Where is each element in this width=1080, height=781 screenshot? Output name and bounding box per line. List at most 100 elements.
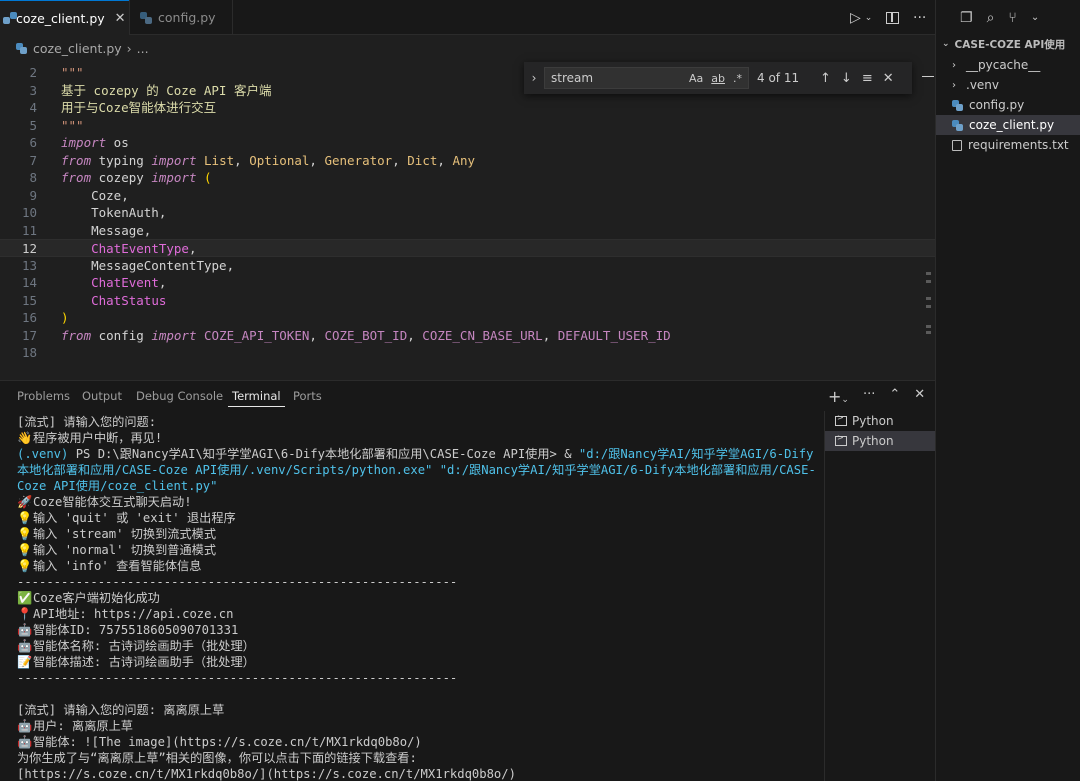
run-button[interactable]: ▷ ⌄ [850, 0, 872, 35]
line-number: 18 [21, 345, 37, 360]
find-input[interactable]: stream Aa ab .* [544, 67, 749, 89]
code-line[interactable]: 16) [0, 309, 935, 327]
more-icon: ··· [913, 9, 927, 26]
tab-problems[interactable]: Problems [17, 389, 70, 403]
line-number: 6 [29, 135, 37, 150]
scroll-marker [926, 305, 931, 308]
more-actions-button[interactable]: ··· [913, 0, 926, 35]
breadcrumb-file[interactable]: coze_client.py [33, 41, 122, 56]
breadcrumb-more[interactable]: ... [137, 41, 149, 56]
tab-output[interactable]: Output [82, 389, 122, 403]
text-file-icon [952, 139, 962, 151]
panel-tabs: Problems Output Debug Console Terminal P… [0, 381, 935, 411]
close-icon[interactable]: ✕ [115, 11, 126, 26]
line-number: 16 [21, 310, 37, 325]
match-count: 4 of 11 [757, 71, 800, 85]
match-whole-word-button[interactable]: ab [711, 72, 725, 85]
line-number: 3 [29, 82, 37, 98]
split-editor-button[interactable] [886, 0, 899, 35]
explorer-item-venv[interactable]: › .venv [936, 75, 1080, 95]
code-text: from config import COZE_API_TOKEN, COZE_… [61, 327, 671, 343]
explorer-item-requirements[interactable]: requirements.txt [936, 135, 1080, 155]
code-line[interactable]: 17 from config import COZE_API_TOKEN, COZ… [0, 327, 935, 345]
tab-debug-console[interactable]: Debug Console [136, 389, 223, 403]
emoji-icon: 🤖 [17, 735, 33, 749]
emoji-icon: 💡 [17, 511, 33, 525]
explorer-item-coze-client[interactable]: coze_client.py [936, 115, 1080, 135]
code-line[interactable]: 4 用于与Coze智能体进行交互 [0, 99, 935, 117]
code-line[interactable]: 6 import os [0, 134, 935, 152]
terminal-line: 💡输入 'normal' 切换到普通模式 [17, 542, 216, 558]
tab-ports[interactable]: Ports [293, 389, 322, 403]
terminal-line: ----------------------------------------… [17, 574, 457, 590]
emoji-icon: 🤖 [17, 639, 33, 653]
tab-config[interactable]: config.py [129, 0, 233, 35]
line-number: 4 [29, 100, 37, 115]
chevron-right-icon: › [952, 79, 956, 91]
tab-coze-client[interactable]: coze_client.py ✕ [0, 0, 129, 35]
terminal-text: 输入 'quit' 或 'exit' 退出程序 [33, 511, 236, 525]
emoji-icon: ✅ [17, 591, 33, 605]
code-line[interactable]: 15 ChatStatus [0, 292, 935, 310]
terminal-text: 智能体描述: 古诗词绘画助手（批处理） [33, 655, 255, 669]
explorer-item-label: .venv [966, 78, 1000, 92]
terminal-text: ----------------------------------------… [17, 575, 458, 589]
use-regex-button[interactable]: .* [733, 72, 742, 85]
code-line[interactable]: 7 from typing import List, Optional, Gene… [0, 152, 935, 170]
terminal-text: ----------------------------------------… [17, 671, 458, 685]
terminal-item-label: Python [852, 414, 894, 428]
code-line[interactable]: 10 TokenAuth, [0, 204, 935, 222]
minimap-collapse-icon[interactable] [922, 76, 934, 77]
code-line[interactable]: 12 ChatEventType, [0, 239, 935, 257]
line-number: 8 [29, 170, 37, 185]
code-line[interactable]: 9 Coze, [0, 187, 935, 205]
close-icon[interactable]: ✕ [914, 387, 925, 406]
python-file-icon [16, 42, 27, 54]
terminal-text: 输入 'info' 查看智能体信息 [33, 559, 202, 573]
code-line[interactable]: 5 """ [0, 117, 935, 135]
search-icon[interactable]: ⌕ [987, 10, 995, 26]
maximize-panel-icon[interactable]: ⌃ [889, 387, 900, 406]
terminal-text: (.venv) PS D:\跟Nancy学AI\知乎学堂AGI\6-Dify本地… [17, 447, 814, 461]
code-text: Message, [61, 222, 152, 238]
code-text: import os [61, 135, 129, 150]
previous-match-icon[interactable]: ↑ [820, 71, 831, 86]
terminal-line: 💡输入 'quit' 或 'exit' 退出程序 [17, 510, 236, 526]
terminal-text: 程序被用户中断，再见! [33, 431, 163, 445]
explorer-item-config[interactable]: config.py [936, 95, 1080, 115]
more-icon[interactable]: ··· [863, 387, 875, 406]
code-editor[interactable]: 2 """ 3 基于 cozepy 的 Coze API 客户端 4 用于与Coze智能体… [0, 60, 935, 380]
explorer-folder-header[interactable]: ⌄ CASE-COZE API使用 [936, 35, 1080, 53]
find-in-selection-icon[interactable]: ≡ [862, 71, 873, 86]
terminal-text: API地址: https://api.coze.cn [33, 607, 234, 621]
explorer-item-pycache[interactable]: › __pycache__ [936, 55, 1080, 75]
terminal-text: 输入 'normal' 切换到普通模式 [33, 543, 217, 557]
folder-name: CASE-COZE API使用 [954, 38, 1066, 51]
close-icon[interactable]: ✕ [883, 71, 894, 86]
explorer-icon[interactable]: ❐ [960, 10, 973, 26]
terminal-item[interactable]: Python [825, 431, 935, 451]
code-line[interactable]: 11 Message, [0, 222, 935, 240]
terminal-line: 📍API地址: https://api.coze.cn [17, 606, 233, 622]
terminal-item[interactable]: Python [825, 411, 935, 431]
terminal-output[interactable]: [流式] 请输入您的问题: 👋程序被用户中断，再见! (.venv) PS D:\跟… [0, 411, 824, 781]
code-line[interactable]: 13 MessageContentType, [0, 257, 935, 275]
terminal-line: 🤖智能体ID: 7575518605090701331 [17, 622, 238, 638]
next-match-icon[interactable]: ↓ [841, 71, 852, 86]
terminal-icon [835, 413, 847, 426]
code-line[interactable]: 14 ChatEvent, [0, 274, 935, 292]
emoji-icon: 🤖 [17, 719, 33, 733]
code-line[interactable]: 18 [0, 344, 935, 362]
code-line[interactable]: 8 from cozepy import ( [0, 169, 935, 187]
match-case-button[interactable]: Aa [689, 72, 703, 85]
new-terminal-button[interactable]: +⌄ [828, 387, 849, 406]
chevron-down-icon[interactable]: ⌄ [1031, 12, 1039, 23]
terminal-line: ✅Coze客户端初始化成功 [17, 590, 160, 606]
code-text: Coze, [61, 187, 129, 203]
source-control-icon[interactable]: ⑂ [1008, 10, 1016, 26]
terminal-text: [流式] 请输入您的问题: 离离原上草 [17, 703, 225, 717]
code-text: ChatStatus [91, 292, 167, 308]
terminal-line: 💡输入 'info' 查看智能体信息 [17, 558, 201, 574]
toggle-replace-button[interactable]: › [524, 71, 544, 85]
tab-terminal[interactable]: Terminal [228, 389, 285, 407]
